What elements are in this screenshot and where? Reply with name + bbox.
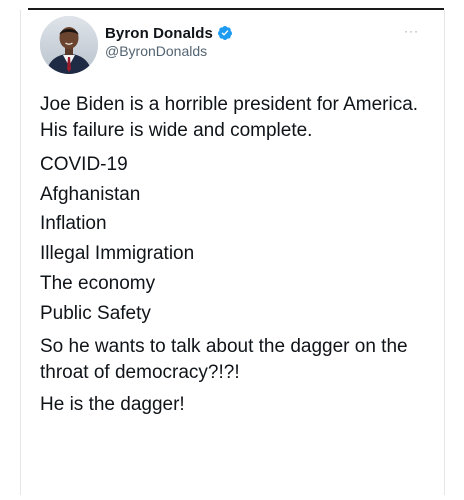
more-options-icon[interactable]: ···: [404, 24, 419, 38]
verified-badge-icon: [217, 26, 232, 40]
list-item: Inflation: [40, 213, 107, 235]
tweet-paragraph-2: So he wants to talk about the dagger on …: [40, 336, 408, 384]
tweet-card: Byron Donalds @ByronDonalds ··· Joe Bide…: [21, 10, 444, 494]
author-name-row: Byron Donalds: [105, 23, 233, 43]
list-item: Afghanistan: [40, 183, 141, 205]
tweet-paragraph-3: He is the dagger!: [40, 394, 185, 416]
screenshot: Byron Donalds @ByronDonalds ··· Joe Bide…: [0, 0, 464, 500]
tweet-paragraph-1: Joe Biden is a horrible president for Am…: [40, 94, 419, 141]
list-item: The economy: [40, 272, 156, 294]
list-item: COVID-19: [40, 154, 128, 175]
tweet-text: Joe Biden is a horrible president for Am…: [40, 92, 432, 424]
display-name[interactable]: Byron Donalds: [105, 25, 213, 42]
avatar[interactable]: [40, 16, 98, 74]
tweet-list: COVID-19 Afghanistan Inflation Illegal I…: [40, 150, 432, 328]
list-item: Public Safety: [40, 302, 151, 324]
handle[interactable]: @ByronDonalds: [105, 43, 207, 59]
avatar-image: [40, 16, 98, 74]
list-item: Illegal Immigration: [40, 243, 195, 265]
right-border: [444, 10, 445, 495]
